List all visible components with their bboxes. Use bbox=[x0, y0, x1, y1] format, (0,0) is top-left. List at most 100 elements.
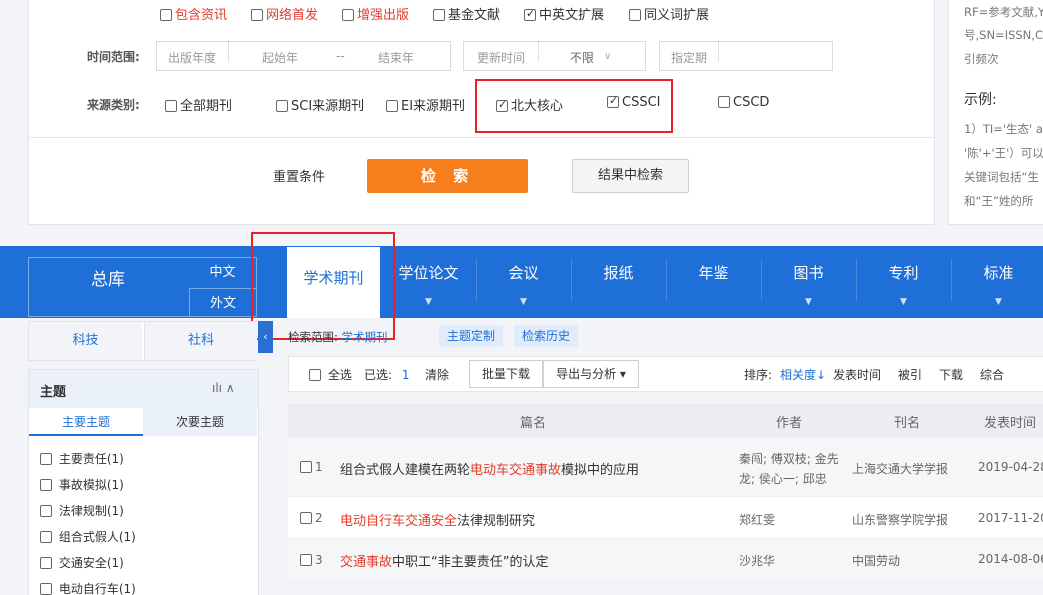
chinese-toggle[interactable]: 中文 bbox=[189, 258, 256, 288]
time-range-label: 时间范围: bbox=[87, 50, 140, 64]
select-all-checkbox[interactable] bbox=[309, 369, 321, 381]
total-database-button[interactable]: 总库 bbox=[28, 257, 188, 317]
row-select[interactable]: 1 bbox=[300, 460, 323, 475]
bar-chart-icon[interactable]: ılı bbox=[212, 381, 222, 395]
pub-year-field[interactable]: 出版年度 bbox=[168, 49, 216, 66]
chevron-down-icon: ▼ bbox=[995, 297, 1002, 307]
sort-pub-date[interactable]: 发表时间 bbox=[833, 366, 881, 383]
article-title-link[interactable]: 交通事故中职工“非主要责任”的认定 bbox=[340, 551, 549, 570]
author-names[interactable]: 郑红雯 bbox=[739, 511, 775, 528]
option-cn-en-expand[interactable]: 中英文扩展 bbox=[524, 4, 604, 23]
help-panel: RF=参考文献,Y 号,SN=ISSN,C 引频次 示例: 1）TI='生态' … bbox=[948, 0, 1043, 225]
source-all-journals[interactable]: 全部期刊 bbox=[165, 95, 232, 114]
tab-primary-topic[interactable]: 主要主题 bbox=[29, 408, 143, 436]
article-title-link[interactable]: 组合式假人建模在两轮电动车交通事故模拟中的应用 bbox=[340, 459, 639, 478]
journal-name[interactable]: 中国劳动 bbox=[852, 552, 900, 569]
journal-name[interactable]: 上海交通大学学报 bbox=[852, 460, 948, 477]
row-checkbox[interactable] bbox=[300, 461, 312, 473]
date-range-field[interactable]: 出版年度 起始年 -- 结束年 bbox=[156, 41, 451, 71]
select-all[interactable]: 全选 bbox=[309, 366, 352, 383]
author-names[interactable]: 沙兆华 bbox=[739, 552, 775, 569]
column-date: 发表时间 bbox=[984, 416, 1037, 431]
row-select[interactable]: 2 bbox=[300, 511, 323, 526]
facet-checkbox[interactable] bbox=[40, 479, 52, 491]
facet-item[interactable]: 交通安全(1) bbox=[40, 554, 124, 571]
all-journals-checkbox[interactable] bbox=[165, 100, 177, 112]
option-online-first[interactable]: 网络首发 bbox=[251, 4, 318, 23]
fund-literature-checkbox[interactable] bbox=[433, 9, 445, 21]
facet-checkbox[interactable] bbox=[40, 453, 52, 465]
topic-custom-tag[interactable]: 主题定制 bbox=[439, 325, 504, 347]
option-synonym-expand[interactable]: 同义词扩展 bbox=[629, 4, 709, 23]
start-year-field[interactable]: 起始年 bbox=[262, 49, 298, 66]
help-text: RF=参考文献,Y bbox=[964, 5, 1043, 19]
tab-books[interactable]: 图书 ▼ bbox=[761, 262, 856, 307]
tab-social-science[interactable]: 社科 bbox=[144, 322, 257, 360]
export-analysis-button[interactable]: 导出与分析 ▾ bbox=[543, 360, 639, 388]
update-time-label: 更新时间 bbox=[477, 51, 526, 65]
option-include-news[interactable]: 包含资讯 bbox=[160, 4, 227, 23]
column-author: 作者 bbox=[776, 416, 803, 431]
search-button[interactable]: 检 索 bbox=[367, 159, 528, 193]
row-checkbox[interactable] bbox=[300, 512, 312, 524]
divider bbox=[538, 40, 539, 62]
batch-download-button[interactable]: 批量下载 bbox=[469, 360, 543, 388]
publish-date: 2019-04-28 bbox=[978, 460, 1043, 474]
sort-overall[interactable]: 综合 bbox=[980, 366, 1004, 383]
tab-secondary-topic[interactable]: 次要主题 bbox=[143, 408, 257, 436]
tab-conference[interactable]: 会议 ▼ bbox=[476, 262, 571, 307]
cn-en-expand-checkbox[interactable] bbox=[524, 7, 536, 21]
row-checkbox[interactable] bbox=[300, 554, 312, 566]
tab-dissertations[interactable]: 学位论文 ▼ bbox=[381, 262, 476, 307]
article-title-link[interactable]: 电动自行车交通安全法律规制研究 bbox=[340, 510, 535, 529]
foreign-toggle[interactable]: 外文 bbox=[189, 288, 256, 317]
sort-cited[interactable]: 被引 bbox=[898, 366, 922, 383]
facet-controls[interactable]: ılı ∧ bbox=[212, 381, 235, 395]
facet-item[interactable]: 法律规制(1) bbox=[40, 502, 124, 519]
chevron-up-icon[interactable]: ∧ bbox=[226, 381, 235, 395]
tab-science-tech[interactable]: 科技 bbox=[29, 322, 142, 360]
tab-yearbook[interactable]: 年鉴 bbox=[666, 262, 761, 283]
facet-item[interactable]: 组合式假人(1) bbox=[40, 528, 136, 545]
sci-checkbox[interactable] bbox=[276, 100, 288, 112]
chevron-down-icon: ▼ bbox=[520, 297, 527, 307]
option-fund-literature[interactable]: 基金文献 bbox=[433, 4, 500, 23]
sort-relevance[interactable]: 相关度↓ bbox=[780, 366, 826, 383]
source-sci[interactable]: SCI来源期刊 bbox=[276, 95, 364, 114]
sort-downloads[interactable]: 下载 bbox=[939, 366, 963, 383]
clear-selection-button[interactable]: 清除 bbox=[425, 366, 449, 383]
author-names[interactable]: 龙; 侯心一; 邱忠 bbox=[739, 470, 827, 487]
source-cscd[interactable]: CSCD bbox=[718, 95, 769, 110]
journal-name[interactable]: 山东警察学院学报 bbox=[852, 511, 948, 528]
tab-standards[interactable]: 标准 ▼ bbox=[951, 262, 1043, 307]
publish-date: 2017-11-20 bbox=[978, 511, 1043, 525]
date-separator: -- bbox=[336, 49, 345, 63]
search-in-results-button[interactable]: 结果中检索 bbox=[572, 159, 689, 193]
search-history-tag[interactable]: 检索历史 bbox=[514, 325, 579, 347]
collapse-sidebar-icon[interactable]: ‹ bbox=[258, 321, 273, 353]
facet-item[interactable]: 主要责任(1) bbox=[40, 450, 124, 467]
author-names[interactable]: 秦闯; 傅双枝; 金先 bbox=[739, 450, 839, 467]
update-time-select[interactable]: 更新时间 不限 ∨ bbox=[463, 41, 646, 71]
divider bbox=[718, 40, 719, 62]
facet-checkbox[interactable] bbox=[40, 583, 52, 595]
facet-checkbox[interactable] bbox=[40, 531, 52, 543]
synonym-expand-checkbox[interactable] bbox=[629, 9, 641, 21]
tab-newspaper[interactable]: 报纸 bbox=[571, 262, 666, 283]
enhanced-pub-checkbox[interactable] bbox=[342, 9, 354, 21]
facet-checkbox[interactable] bbox=[40, 557, 52, 569]
facet-item[interactable]: 电动自行车(1) bbox=[40, 580, 136, 595]
option-enhanced-pub[interactable]: 增强出版 bbox=[342, 4, 409, 23]
row-select[interactable]: 3 bbox=[300, 553, 323, 568]
online-first-checkbox[interactable] bbox=[251, 9, 263, 21]
reset-conditions-button[interactable]: 重置条件 bbox=[273, 166, 325, 185]
tab-patents[interactable]: 专利 ▼ bbox=[856, 262, 951, 307]
facet-checkbox[interactable] bbox=[40, 505, 52, 517]
end-year-field[interactable]: 结束年 bbox=[378, 49, 414, 66]
specified-period-field[interactable]: 指定期 bbox=[659, 41, 833, 71]
include-news-checkbox[interactable] bbox=[160, 9, 172, 21]
cscd-checkbox[interactable] bbox=[718, 96, 730, 108]
facet-item[interactable]: 事故模拟(1) bbox=[40, 476, 124, 493]
source-ei[interactable]: EI来源期刊 bbox=[386, 95, 465, 114]
ei-checkbox[interactable] bbox=[386, 100, 398, 112]
